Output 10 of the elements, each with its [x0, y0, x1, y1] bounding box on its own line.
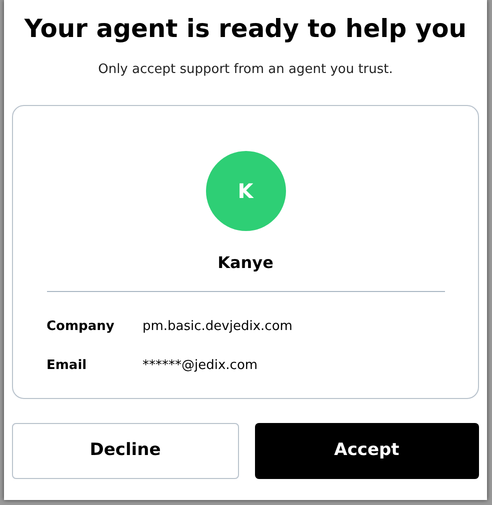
dialog-subtitle: Only accept support from an agent you trust.	[97, 61, 394, 79]
agent-name: Kanye	[218, 252, 274, 274]
dialog-title: Your agent is ready to help you	[23, 13, 468, 45]
detail-value: ******@jedix.com	[142, 357, 258, 375]
detail-label: Company	[46, 318, 116, 336]
detail-value: pm.basic.devjedix.com	[142, 318, 292, 336]
detail-label: Email	[46, 357, 88, 375]
decline-button[interactable]: Decline	[12, 422, 238, 478]
accept-button[interactable]: Accept	[254, 422, 479, 478]
avatar: K	[206, 150, 286, 230]
